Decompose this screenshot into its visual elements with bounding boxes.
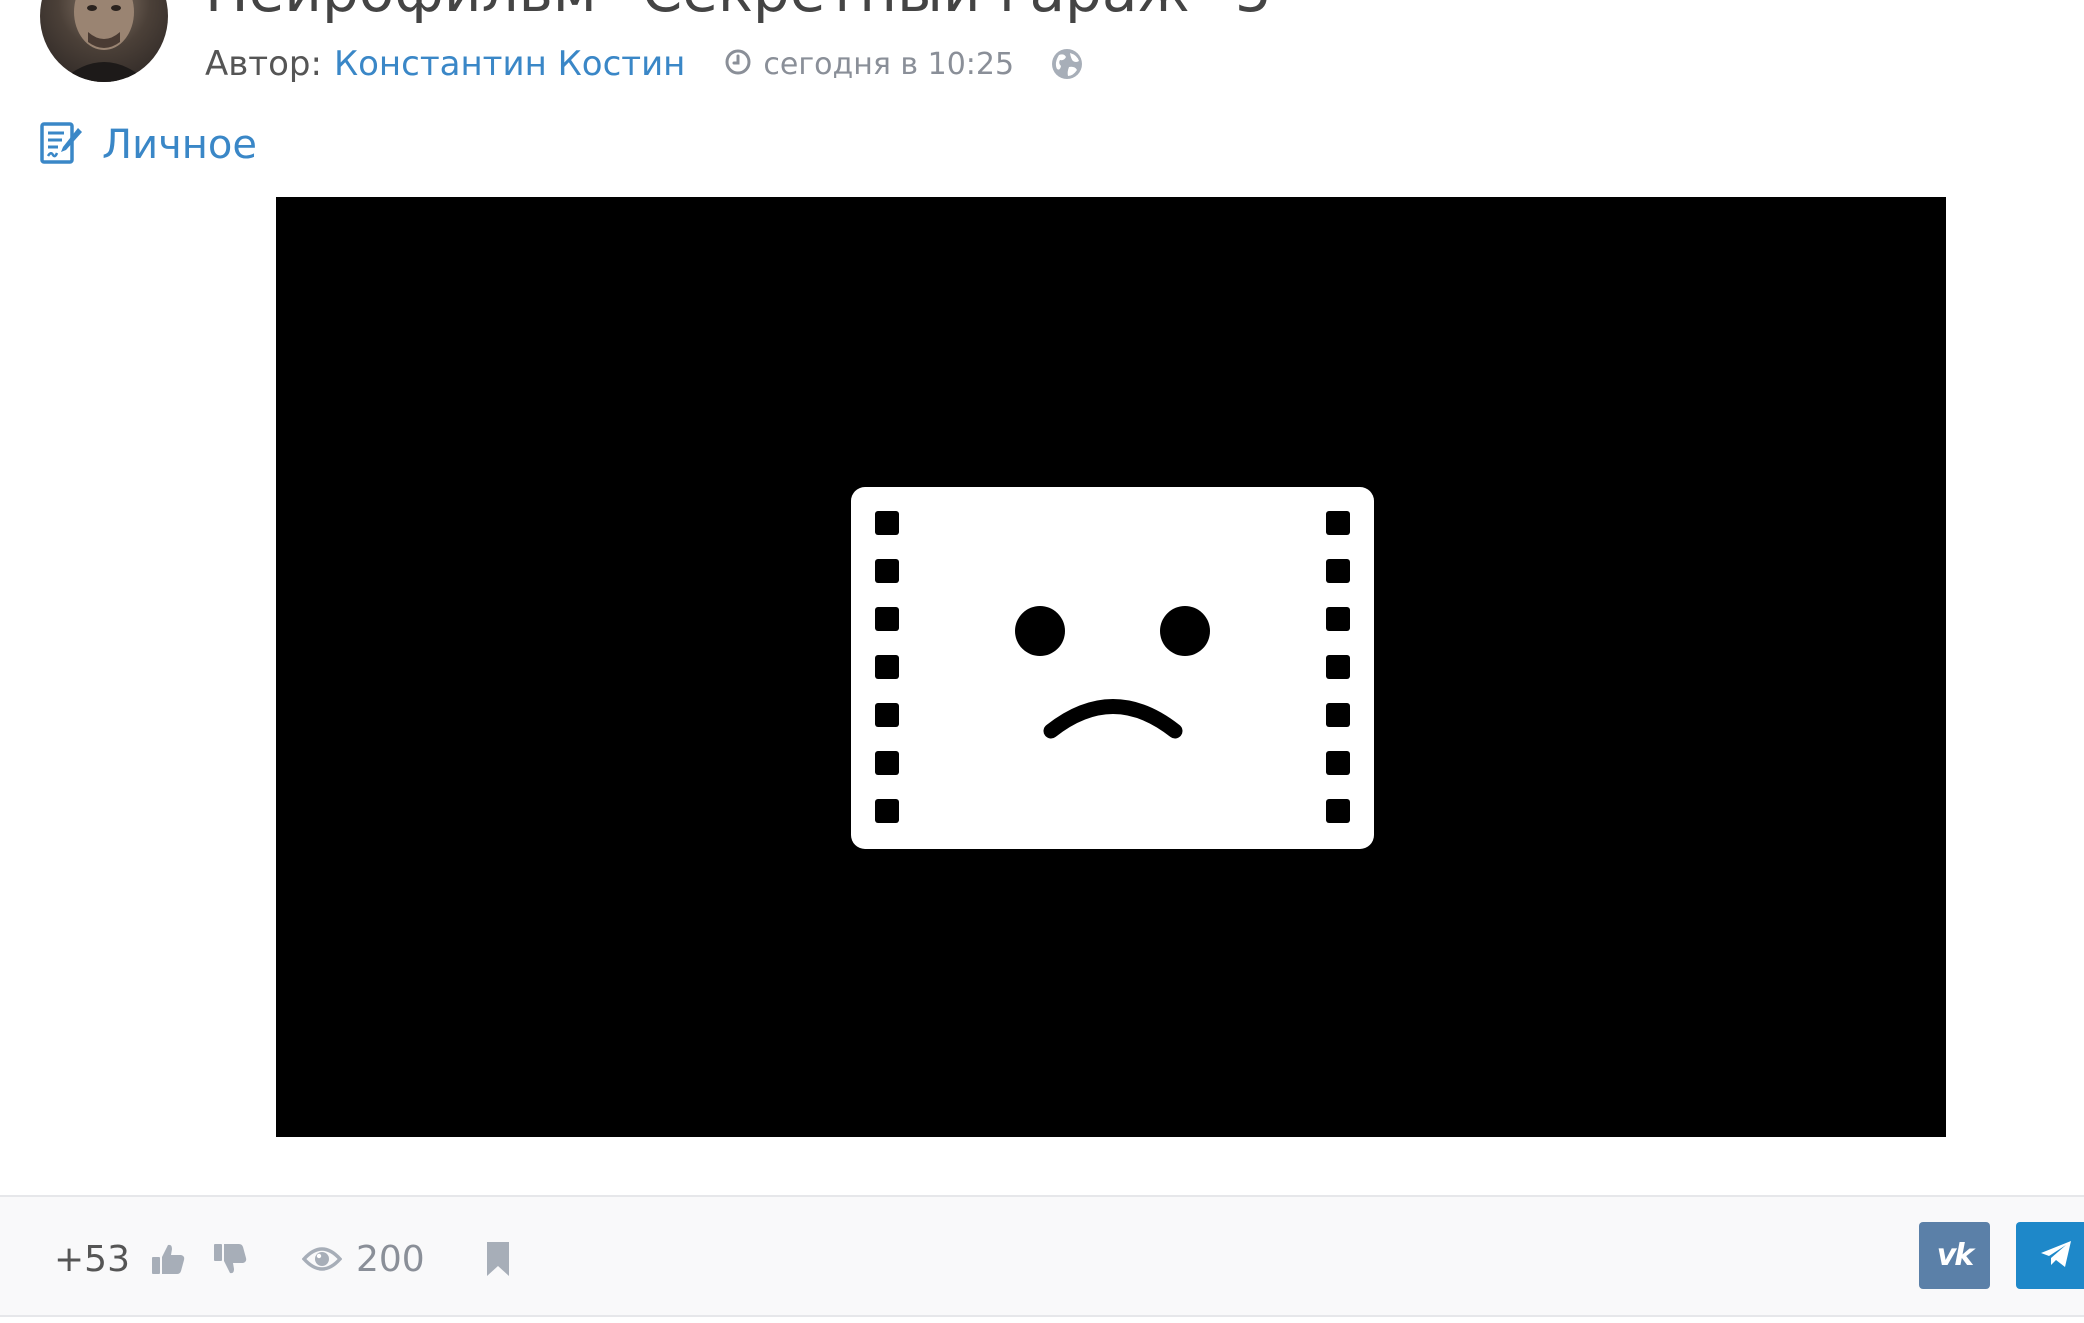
vk-icon: vk (1936, 1238, 1974, 1273)
avatar[interactable] (40, 0, 168, 82)
eye-icon (301, 1245, 342, 1273)
post-meta: Автор: Константин Костин сегодня в 10:25 (205, 42, 1084, 86)
rating-score: +53 (54, 1238, 130, 1280)
notebook-pen-icon (38, 120, 84, 170)
post-timestamp: сегодня в 10:25 (763, 46, 1015, 82)
clock-icon (725, 49, 751, 79)
post-title: Нейрофильм "Секретный гараж" 5 (205, 0, 1272, 20)
author-link[interactable]: Константин Костин (334, 44, 685, 84)
author-label: Автор: (205, 44, 322, 84)
avatar-portrait (60, 0, 148, 82)
post-time: сегодня в 10:25 (725, 47, 1014, 82)
sad-film-icon (851, 487, 1374, 853)
post-actions: +53 200 (54, 1234, 511, 1284)
category-label: Личное (102, 122, 257, 168)
thumbs-up-icon[interactable] (150, 1241, 186, 1277)
globe-icon (1050, 47, 1084, 81)
telegram-icon (2039, 1239, 2073, 1273)
share-vk-button[interactable]: vk (1919, 1222, 1990, 1289)
bookmark-icon[interactable] (485, 1240, 511, 1278)
share-telegram-button[interactable] (2016, 1222, 2084, 1289)
thumbs-down-icon[interactable] (212, 1241, 248, 1277)
views-count: 200 (355, 1238, 425, 1280)
category-link[interactable]: Личное (38, 120, 257, 170)
